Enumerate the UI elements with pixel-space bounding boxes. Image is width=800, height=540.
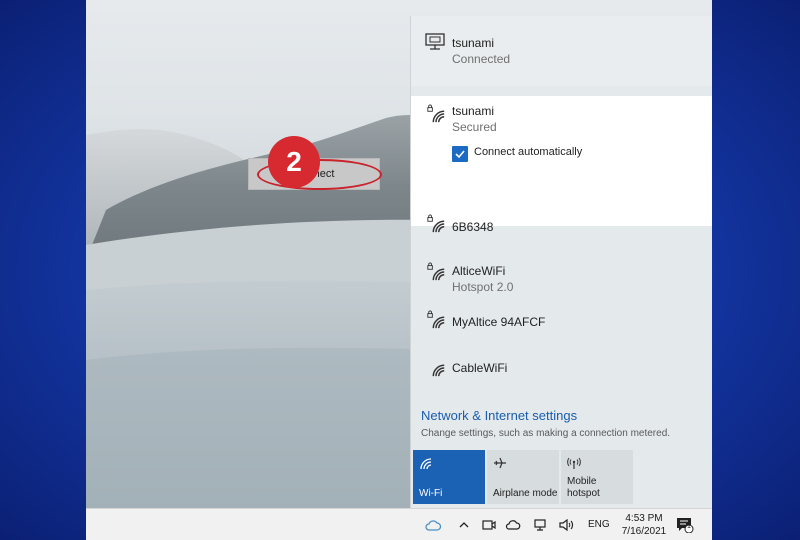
weather-icon[interactable] (424, 516, 442, 534)
notification-icon[interactable]: 1 (676, 516, 694, 534)
volume-icon[interactable] (558, 516, 576, 534)
hotspot-icon (567, 457, 581, 469)
ethernet-icon (425, 33, 445, 50)
network-item[interactable]: MyAltice 94AFCF (411, 306, 712, 352)
network-item[interactable]: 6B6348 (411, 210, 712, 256)
taskbar: ENG 4:53 PM 7/16/2021 1 (86, 508, 712, 540)
auto-connect-label: Connect automatically (474, 146, 583, 158)
secured-wifi-icon (427, 214, 445, 233)
cloud-icon[interactable] (504, 516, 522, 534)
secured-wifi-icon (427, 104, 445, 123)
airplane-icon (494, 457, 506, 469)
screenshot-frame: tsunami Connected tsunami Secured Connec… (86, 0, 712, 540)
wifi-icon (432, 364, 445, 377)
tile-label: Mobile hotspot (567, 476, 600, 499)
network-name: AlticeWiFi (452, 264, 506, 278)
checkmark-icon (455, 150, 465, 159)
network-status: Hotspot 2.0 (452, 280, 514, 294)
wifi-icon (420, 458, 432, 470)
network-icon[interactable] (532, 516, 550, 534)
airplane-mode-tile[interactable]: Airplane mode (487, 450, 559, 504)
tile-label: Airplane mode (493, 488, 558, 499)
tile-label: Wi-Fi (419, 488, 443, 499)
mobile-hotspot-tile[interactable]: Mobile hotspot (561, 450, 633, 504)
language-indicator[interactable]: ENG (588, 519, 610, 530)
auto-connect-checkbox[interactable] (452, 146, 468, 162)
network-item-connected[interactable]: tsunami Connected (411, 16, 712, 86)
network-item[interactable]: CableWiFi (411, 352, 712, 398)
clock-date: 7/16/2021 (621, 526, 667, 537)
network-settings-description: Change settings, such as making a connec… (421, 428, 671, 439)
step-number-badge: 2 (268, 136, 320, 188)
secured-wifi-icon (427, 262, 445, 281)
network-status: Secured (452, 120, 497, 134)
clock[interactable]: 4:53 PM 7/16/2021 (620, 512, 668, 538)
network-name: tsunami (452, 104, 495, 118)
chevron-up-icon[interactable] (455, 516, 473, 534)
network-name: MyAltice 94AFCF (452, 315, 546, 329)
network-settings-link[interactable]: Network & Internet settings (421, 408, 577, 423)
network-flyout: tsunami Connected tsunami Secured Connec… (410, 16, 712, 508)
wifi-toggle-tile[interactable]: Wi-Fi (413, 450, 485, 504)
notification-count: 1 (687, 523, 691, 530)
network-item[interactable]: AlticeWiFi Hotspot 2.0 (411, 256, 712, 306)
network-status: Connected (452, 52, 511, 66)
secured-wifi-icon (427, 310, 445, 329)
network-item-selected[interactable]: tsunami Secured Connect automatically (411, 96, 712, 226)
network-name: tsunami (452, 36, 495, 50)
network-name: CableWiFi (452, 361, 508, 375)
meet-now-icon[interactable] (480, 516, 498, 534)
network-name: 6B6348 (452, 220, 494, 234)
clock-time: 4:53 PM (625, 513, 663, 524)
